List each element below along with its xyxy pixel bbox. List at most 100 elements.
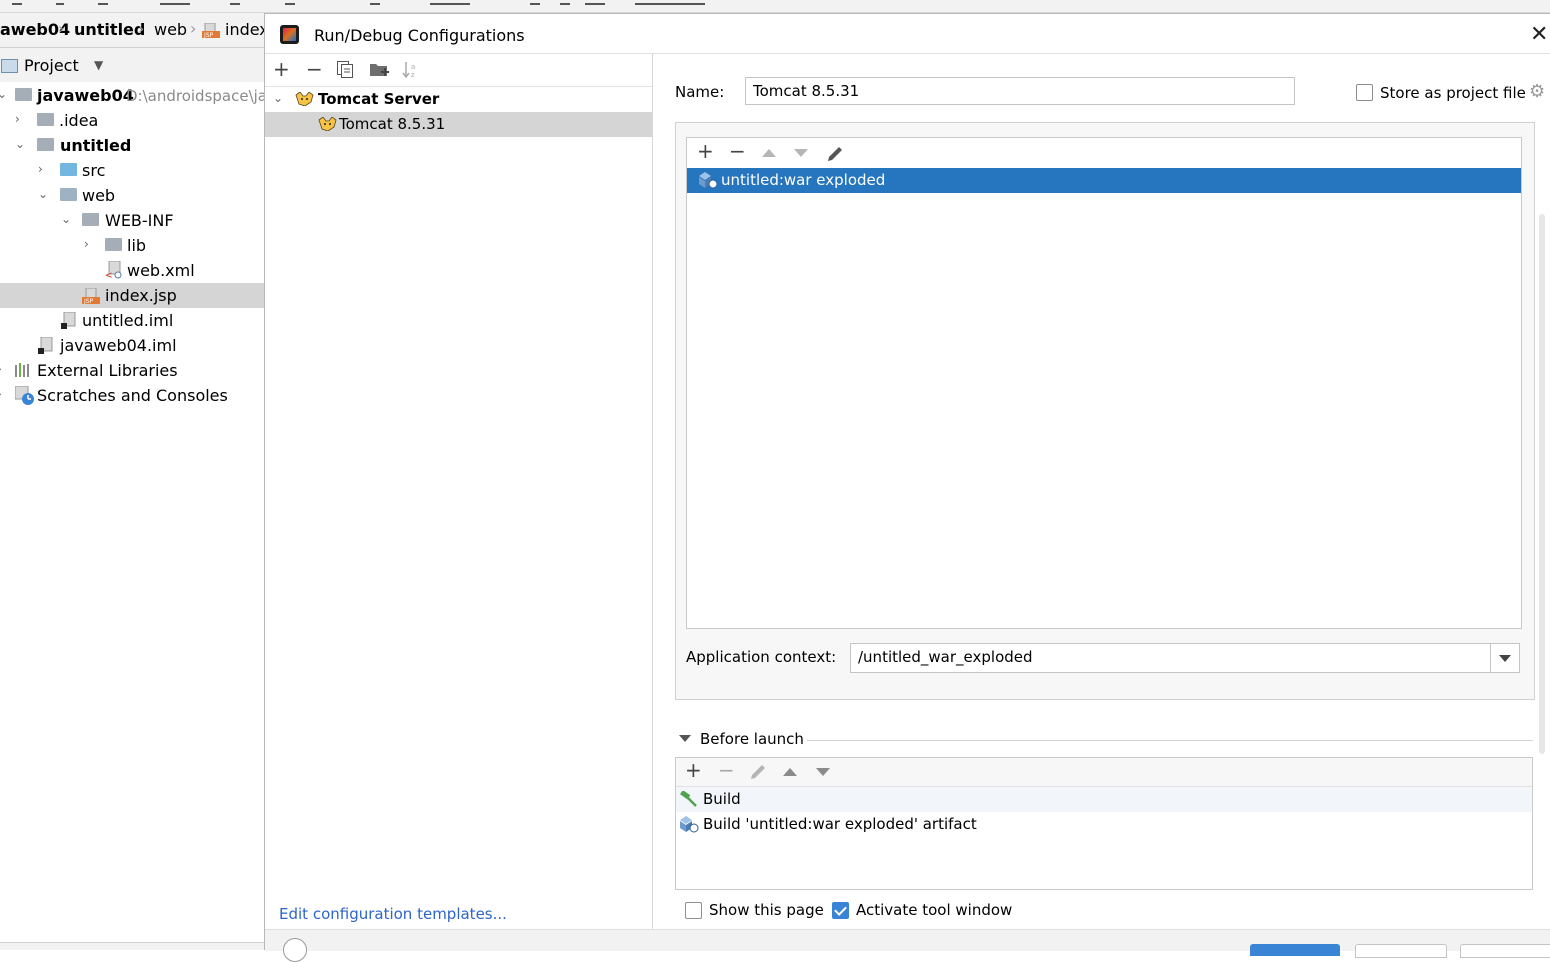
project-icon — [1, 59, 18, 73]
chevron-down-icon[interactable]: ⌄ — [0, 87, 7, 101]
intellij-logo-icon — [280, 25, 299, 44]
chevron-right-icon[interactable]: › — [0, 362, 2, 376]
tree-item-javaweb04-iml[interactable]: javaweb04.iml — [0, 333, 264, 358]
cancel-button[interactable] — [1355, 944, 1447, 958]
breadcrumb-item-folder[interactable]: web — [154, 20, 187, 39]
tree-item-untitled[interactable]: ⌄ untitled — [0, 133, 264, 158]
before-launch-list: + − Build Build 'untitled:war exploded' … — [675, 757, 1533, 890]
chevron-down-icon[interactable]: ⌄ — [273, 91, 283, 105]
ok-button[interactable] — [1250, 944, 1340, 956]
tree-item-label: web.xml — [127, 261, 195, 280]
collapse-triangle-icon[interactable] — [679, 735, 691, 742]
tree-item-index-jsp[interactable]: JSP index.jsp — [0, 283, 264, 308]
chevron-down-icon[interactable]: ⌄ — [15, 137, 25, 151]
deployment-item-label: untitled:war exploded — [721, 171, 886, 189]
tree-item-label: index.jsp — [105, 286, 177, 305]
breadcrumb: aweb04 › untitled › web › JSP index — [0, 13, 264, 48]
svg-text:JSP: JSP — [203, 32, 214, 38]
move-up-icon[interactable] — [783, 768, 797, 776]
folder-add-icon[interactable] — [370, 62, 389, 79]
tree-item-lib[interactable]: › lib — [0, 233, 264, 258]
add-icon[interactable]: + — [273, 58, 290, 80]
deployment-panel: + − untitled:war exploded Application co… — [675, 122, 1535, 700]
chevron-right-icon: › — [138, 19, 145, 38]
move-up-icon[interactable] — [762, 149, 776, 157]
tree-item-web-xml[interactable]: < web.xml — [0, 258, 264, 283]
breadcrumb-item-file[interactable]: index — [225, 20, 264, 39]
tree-item-web[interactable]: ⌄ web — [0, 183, 264, 208]
dialog-button-bar — [265, 929, 1550, 962]
artifact-icon — [699, 172, 718, 189]
tree-item-scratches[interactable]: › Scratches and Consoles — [0, 383, 264, 408]
activate-tool-window-checkbox[interactable] — [832, 902, 849, 919]
show-this-page-checkbox[interactable] — [685, 902, 702, 919]
move-down-icon[interactable] — [816, 768, 830, 776]
chevron-down-icon[interactable]: ⌄ — [61, 212, 71, 226]
remove-icon[interactable]: − — [306, 58, 323, 80]
chevron-right-icon[interactable]: › — [84, 237, 89, 251]
breadcrumb-item-module[interactable]: untitled — [74, 20, 145, 39]
scrollbar[interactable] — [1539, 214, 1545, 754]
project-view-selector[interactable]: Project — [24, 56, 79, 75]
before-launch-item-build-artifact[interactable]: Build 'untitled:war exploded' artifact — [676, 812, 1532, 837]
chevron-right-icon[interactable]: › — [38, 162, 43, 176]
remove-icon[interactable]: − — [718, 759, 735, 781]
edit-icon[interactable] — [826, 145, 844, 163]
tree-item-label: External Libraries — [37, 361, 178, 380]
name-label: Name: — [675, 83, 725, 101]
svg-text:a: a — [411, 63, 415, 71]
scratches-icon — [15, 386, 34, 405]
before-launch-item-label: Build — [703, 790, 741, 808]
help-icon[interactable] — [283, 938, 307, 962]
tree-item-src[interactable]: › src — [0, 158, 264, 183]
separator — [807, 740, 1533, 741]
edit-configuration-templates-link[interactable]: Edit configuration templates... — [279, 905, 507, 923]
deployment-list: + − untitled:war exploded — [686, 137, 1522, 629]
move-down-icon[interactable] — [794, 149, 808, 157]
xml-file-icon: < — [105, 261, 122, 279]
module-folder-icon — [37, 138, 54, 151]
chevron-right-icon[interactable]: › — [15, 112, 20, 126]
show-this-page-label: Show this page — [709, 901, 824, 919]
close-icon[interactable]: ✕ — [1530, 22, 1548, 47]
dialog-title: Run/Debug Configurations — [314, 26, 525, 45]
configurations-toolbar: + − a z — [265, 54, 652, 87]
application-context-combobox[interactable]: /untitled_war_exploded — [850, 643, 1520, 673]
configurations-pane: + − a z ⌄ Tomcat Server Tomcat 8.5.31 Ed… — [265, 54, 653, 950]
edit-icon[interactable] — [749, 763, 767, 781]
config-group-tomcat-server[interactable]: ⌄ Tomcat Server — [265, 87, 652, 112]
tree-item-web-inf[interactable]: ⌄ WEB-INF — [0, 208, 264, 233]
tree-item-external-libraries[interactable]: › External Libraries — [0, 358, 264, 383]
store-as-project-file-label: Store as project file — [1380, 84, 1526, 102]
copy-icon[interactable] — [337, 61, 354, 79]
tree-item-label: javaweb04.iml — [60, 336, 177, 355]
before-launch-item-build[interactable]: Build — [676, 787, 1532, 812]
tree-item-untitled-iml[interactable]: untitled.iml — [0, 308, 264, 333]
add-icon[interactable]: + — [685, 759, 702, 781]
tree-item-javaweb04[interactable]: ⌄ javaweb04 D:\androidspace\ja — [0, 83, 264, 108]
gear-icon[interactable]: ⚙ — [1529, 81, 1545, 102]
add-icon[interactable]: + — [697, 140, 714, 162]
chevron-down-icon[interactable]: ▼ — [94, 58, 103, 72]
before-launch-header[interactable]: Before launch — [675, 729, 1533, 751]
folder-icon — [82, 213, 99, 226]
config-item-tomcat[interactable]: Tomcat 8.5.31 — [265, 112, 652, 137]
chevron-right-icon[interactable]: › — [0, 387, 2, 401]
tree-item-idea[interactable]: › .idea — [0, 108, 264, 133]
configuration-details: Name: Store as project file ⚙ + − — [653, 54, 1550, 950]
before-launch-item-label: Build 'untitled:war exploded' artifact — [703, 815, 977, 833]
deployment-item-war-exploded[interactable]: untitled:war exploded — [687, 168, 1521, 193]
remove-icon[interactable]: − — [729, 140, 746, 162]
before-launch-toolbar: + − — [676, 758, 1532, 787]
apply-button[interactable] — [1460, 944, 1550, 958]
jsp-file-icon: JSP — [202, 23, 220, 38]
chevron-down-icon[interactable] — [1490, 644, 1519, 672]
deployment-toolbar: + − — [687, 138, 1521, 169]
chevron-down-icon[interactable]: ⌄ — [38, 187, 48, 201]
source-folder-icon — [60, 163, 77, 176]
menu-bar — [0, 0, 1550, 13]
sort-icon[interactable]: a z — [402, 61, 420, 79]
store-as-project-file-checkbox[interactable] — [1356, 84, 1373, 101]
name-field[interactable] — [745, 77, 1295, 105]
chevron-right-icon: › — [58, 19, 65, 38]
